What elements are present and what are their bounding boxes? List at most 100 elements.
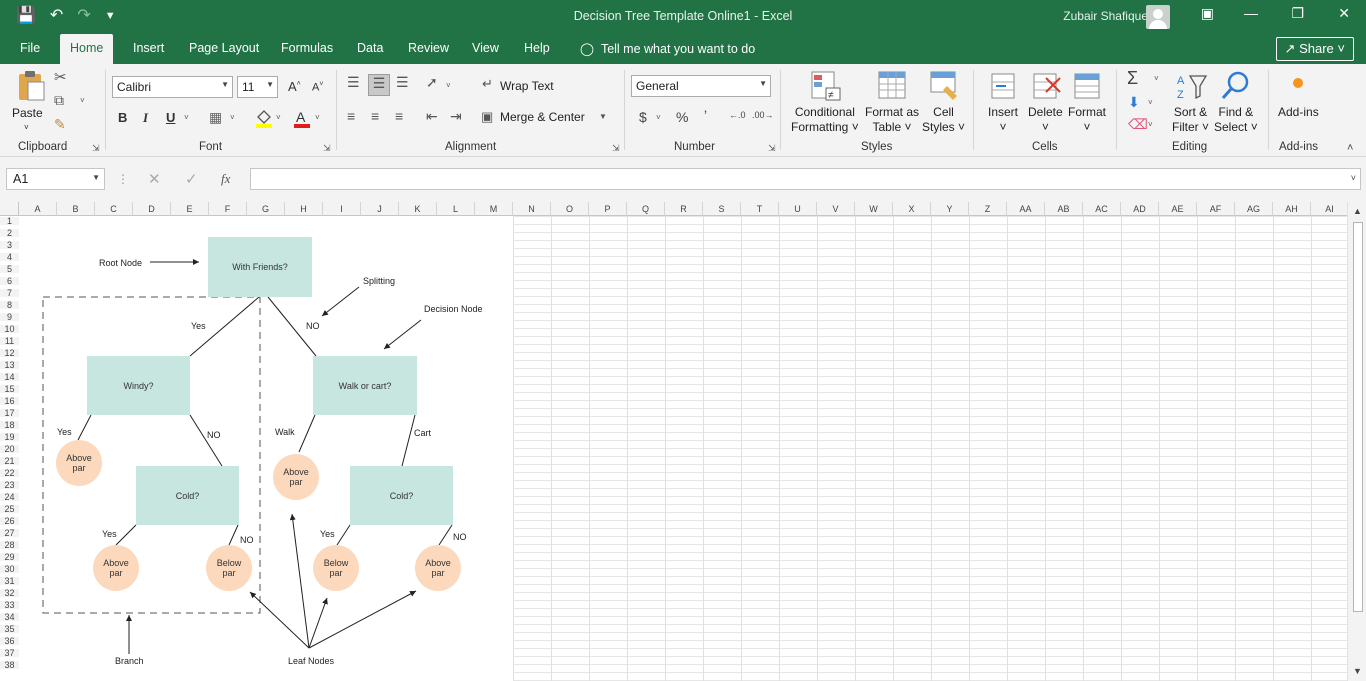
scroll-up-icon[interactable]: ▲ [1353,206,1362,216]
cell-gridlines[interactable] [513,216,1347,681]
decrease-indent-icon[interactable]: ⇤ [426,108,438,125]
decision-node-cold-left[interactable]: Cold? [136,466,239,525]
currency-dropdown-icon[interactable]: ˅ [656,113,661,122]
align-right-icon[interactable]: ≡ [395,108,403,124]
insert-cells-icon[interactable] [988,70,1018,102]
column-header[interactable]: U [779,202,817,216]
align-middle-icon[interactable]: ☰ [368,74,390,96]
column-header[interactable]: S [703,202,741,216]
tab-file[interactable]: File [20,41,40,55]
share-button[interactable]: ↗ Share ˅ [1275,37,1354,61]
decrease-font-icon[interactable]: A˅ [312,81,323,94]
alignment-launcher-icon[interactable]: ⇲ [612,143,620,154]
merge-center-icon[interactable]: ▣ [481,109,493,125]
column-header[interactable]: X [893,202,931,216]
leaf-node-2[interactable]: Above par [273,454,319,500]
format-as-table-button[interactable]: Format as Table ˅ [865,105,919,135]
column-header[interactable]: AF [1197,202,1235,216]
cell-styles-icon[interactable] [929,70,961,102]
copy-dropdown-icon[interactable]: ˅ [80,96,85,105]
currency-icon[interactable]: $ [639,109,647,125]
font-color-dropdown-icon[interactable]: ˅ [315,113,320,122]
decision-node-windy[interactable]: Windy? [87,356,190,415]
tab-help[interactable]: Help [524,41,550,55]
column-header[interactable]: Y [931,202,969,216]
comma-style-icon[interactable]: ʼ [704,108,707,124]
decision-node-cold-right[interactable]: Cold? [350,466,453,525]
column-header[interactable]: Z [969,202,1007,216]
conditional-formatting-icon[interactable]: ≠ [810,70,842,102]
font-name-select[interactable]: Calibri ▼ [112,76,233,98]
font-launcher-icon[interactable]: ⇲ [323,143,331,154]
format-cells-icon[interactable] [1071,70,1103,102]
tab-insert[interactable]: Insert [133,41,164,55]
worksheet-grid[interactable]: A B C D E F G H I J K L M N O P Q R S T U V W X Y Z AA AB AC AD AE AF AG… [0,202,1347,681]
increase-font-icon[interactable]: A˄ [288,79,301,94]
name-box[interactable]: A1 ▼ [6,168,105,190]
format-as-table-icon[interactable] [877,70,909,102]
italic-icon[interactable]: I [143,110,148,126]
vertical-scrollbar[interactable]: ▲ ▼ [1347,202,1366,681]
underline-dropdown-icon[interactable]: ˅ [184,113,189,122]
align-center-icon[interactable]: ≡ [371,108,379,124]
leaf-node-1[interactable]: Above par [56,440,102,486]
percent-icon[interactable]: % [676,109,688,125]
column-header[interactable]: P [589,202,627,216]
cancel-icon[interactable]: ✕ [148,170,161,188]
root-node[interactable]: With Friends? [208,237,312,297]
column-header[interactable]: AD [1121,202,1159,216]
column-header[interactable]: AB [1045,202,1083,216]
wrap-text-icon[interactable]: ↵ [482,76,493,92]
fill-icon[interactable]: ⬇ [1128,94,1140,111]
increase-indent-icon[interactable]: ⇥ [450,108,462,125]
column-header[interactable]: AG [1235,202,1273,216]
number-format-select[interactable]: General ▼ [631,75,771,97]
fill-color-icon[interactable] [254,108,274,128]
leaf-node-5[interactable]: Below par [313,545,359,591]
tab-page-layout[interactable]: Page Layout [189,41,259,55]
add-ins-icon[interactable] [1293,78,1303,88]
increase-decimal-icon[interactable]: ←.0 [729,110,746,120]
sort-filter-icon[interactable]: A Z [1176,70,1208,102]
clear-icon[interactable]: ⌫ [1128,116,1148,133]
formula-input[interactable]: ˅ [250,168,1361,190]
tab-formulas[interactable]: Formulas [281,41,333,55]
number-launcher-icon[interactable]: ⇲ [768,143,776,154]
font-color-icon[interactable]: A [292,108,312,128]
borders-icon[interactable]: ▦ [209,109,222,126]
column-header[interactable]: AA [1007,202,1045,216]
align-bottom-icon[interactable]: ☰ [396,74,409,91]
scroll-down-icon[interactable]: ▼ [1353,666,1362,676]
clear-dropdown-icon[interactable]: ˅ [1148,120,1153,129]
chevron-down-icon[interactable]: ▼ [92,173,100,182]
column-header[interactable]: AH [1273,202,1311,216]
expand-formula-icon[interactable]: ˅ [1351,173,1356,183]
column-header[interactable]: W [855,202,893,216]
tab-data[interactable]: Data [357,41,383,55]
leaf-node-3[interactable]: Above par [93,545,139,591]
fill-dropdown-icon[interactable]: ˅ [276,113,281,122]
borders-dropdown-icon[interactable]: ˅ [230,113,235,122]
enter-icon[interactable]: ✓ [185,170,198,188]
user-name[interactable]: Zubair Shafique [1063,9,1148,23]
tab-review[interactable]: Review [408,41,449,55]
restore-icon[interactable]: ❐ [1291,5,1304,22]
close-icon[interactable]: ✕ [1338,5,1350,22]
ribbon-display-icon[interactable]: ▣ [1201,5,1214,22]
fill-dropdown-icon[interactable]: ˅ [1148,98,1153,107]
find-select-icon[interactable] [1220,70,1252,102]
orientation-icon[interactable]: ➚ [426,74,438,91]
scroll-thumb[interactable] [1353,222,1363,612]
column-header[interactable]: AE [1159,202,1197,216]
wrap-text-button[interactable]: Wrap Text [500,79,554,94]
decision-node-walk-or-cart[interactable]: Walk or cart? [313,356,417,415]
column-header[interactable]: T [741,202,779,216]
column-header[interactable]: O [551,202,589,216]
tell-me-search[interactable]: ◯ Tell me what you want to do [580,41,755,56]
paste-label[interactable]: Paste [12,106,43,121]
column-header[interactable]: V [817,202,855,216]
format-button[interactable]: Format ˅ [1068,105,1106,135]
align-left-icon[interactable]: ≡ [347,108,355,124]
orientation-dropdown-icon[interactable]: ˅ [446,81,451,90]
cut-icon[interactable]: ✂ [54,68,67,86]
